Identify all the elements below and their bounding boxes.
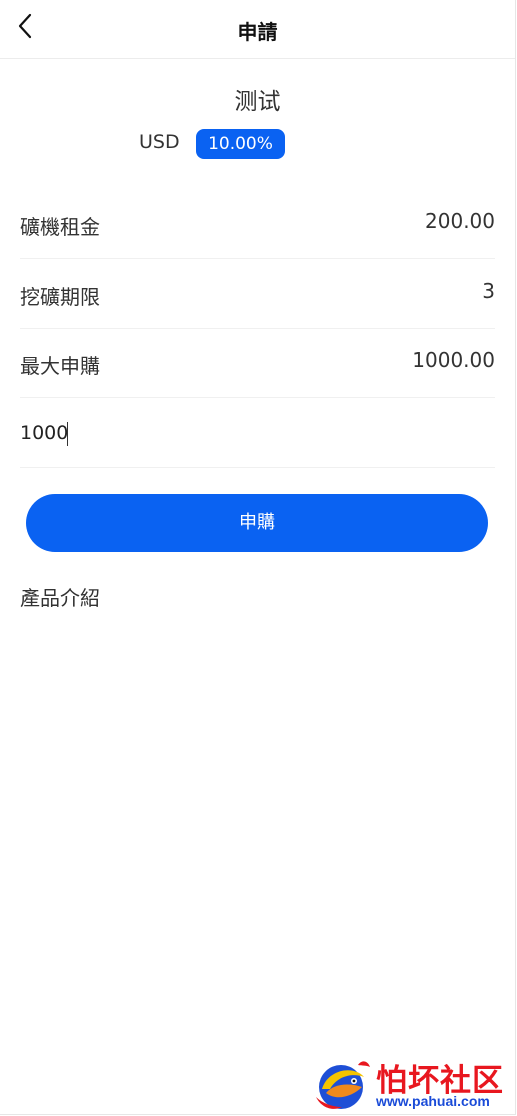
detail-value: 200.00 — [425, 209, 495, 233]
watermark-logo-icon — [316, 1061, 370, 1109]
page-title: 申請 — [237, 20, 278, 44]
detail-value: 3 — [482, 279, 495, 303]
text-caret — [67, 422, 68, 446]
amount-row — [20, 398, 495, 468]
currency-label: USD — [139, 131, 180, 153]
product-name: 测试 — [234, 89, 281, 115]
detail-label: 礦機租金 — [20, 215, 100, 239]
rate-badge: 10.00% — [196, 129, 285, 159]
navigation-bar: 申請 — [0, 0, 515, 59]
detail-label: 挖礦期限 — [20, 285, 100, 309]
amount-input[interactable] — [20, 418, 490, 448]
subscribe-button[interactable]: 申購 — [26, 494, 488, 552]
product-intro-heading: 產品介紹 — [20, 586, 100, 610]
detail-value: 1000.00 — [412, 348, 495, 372]
watermark-url: www.pahuai.com — [376, 1093, 490, 1109]
page-frame — [0, 0, 516, 1115]
site-watermark: 怕坏社区 www.pahuai.com — [312, 1055, 512, 1113]
detail-row-max: 最大申購 1000.00 — [20, 328, 495, 398]
detail-row-term: 挖礦期限 3 — [20, 259, 495, 329]
detail-row-rent: 礦機租金 200.00 — [20, 189, 495, 259]
detail-label: 最大申購 — [20, 354, 100, 378]
